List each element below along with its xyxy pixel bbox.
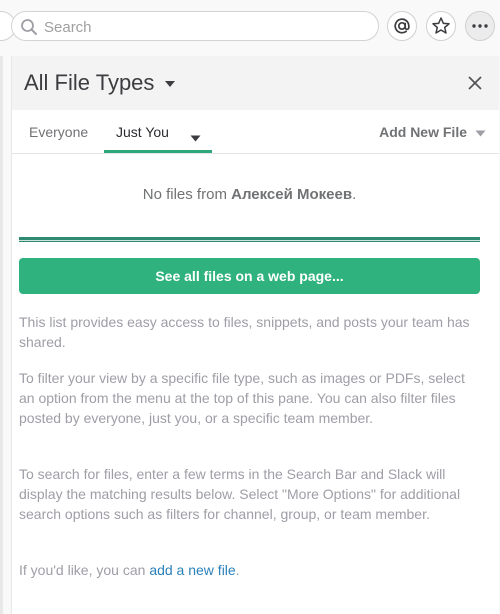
starred-button[interactable] — [426, 11, 456, 41]
see-all-files-button[interactable]: See all files on a web page... — [19, 258, 480, 294]
file-type-filter[interactable]: All File Types — [24, 70, 176, 96]
empty-message-user: Алексей Мокеев — [231, 186, 353, 203]
add-new-file-label: Add New File — [379, 124, 467, 140]
help-paragraph: This list provides easy access to files,… — [19, 314, 470, 350]
panel-title: All File Types — [24, 70, 155, 95]
add-new-file-button[interactable]: Add New File — [379, 124, 486, 140]
search-input[interactable] — [42, 16, 366, 38]
tab-everyone[interactable]: Everyone — [29, 124, 88, 140]
active-tab-underline — [104, 150, 212, 153]
close-icon[interactable] — [466, 74, 484, 92]
caret-down-icon — [475, 124, 486, 140]
caret-down-icon — [164, 75, 176, 93]
add-file-hint-suffix: . — [235, 562, 240, 578]
star-icon — [431, 16, 451, 36]
empty-message-suffix: . — [352, 186, 357, 203]
caret-down-icon[interactable] — [190, 129, 201, 145]
search-box[interactable] — [11, 11, 379, 41]
files-panel: All File Types Everyone Just You Add New… — [11, 56, 499, 614]
more-icon — [471, 23, 489, 29]
panel-header: All File Types — [12, 56, 499, 110]
help-paragraph: To filter your view by a specific file t… — [19, 370, 465, 426]
tab-just-you[interactable]: Just You — [104, 110, 212, 153]
add-file-hint: If you'd like, you can add a new file. — [19, 560, 474, 580]
left-divider — [0, 56, 3, 614]
top-bar — [0, 0, 500, 52]
more-button[interactable] — [465, 11, 495, 41]
tab-just-you-label: Just You — [116, 124, 169, 140]
help-paragraph: To search for files, enter a few terms i… — [19, 466, 461, 522]
divider-line — [19, 237, 480, 242]
at-mention-icon — [393, 17, 411, 35]
empty-message: No files from Алексей Мокеев. — [12, 186, 487, 203]
search-icon — [20, 18, 38, 36]
mentions-button[interactable] — [387, 11, 417, 41]
add-file-hint-prefix: If you'd like, you can — [19, 562, 150, 578]
file-tabs: Everyone Just You Add New File — [12, 110, 499, 154]
add-new-file-link[interactable]: add a new file — [149, 562, 235, 578]
empty-message-prefix: No files from — [142, 186, 232, 203]
